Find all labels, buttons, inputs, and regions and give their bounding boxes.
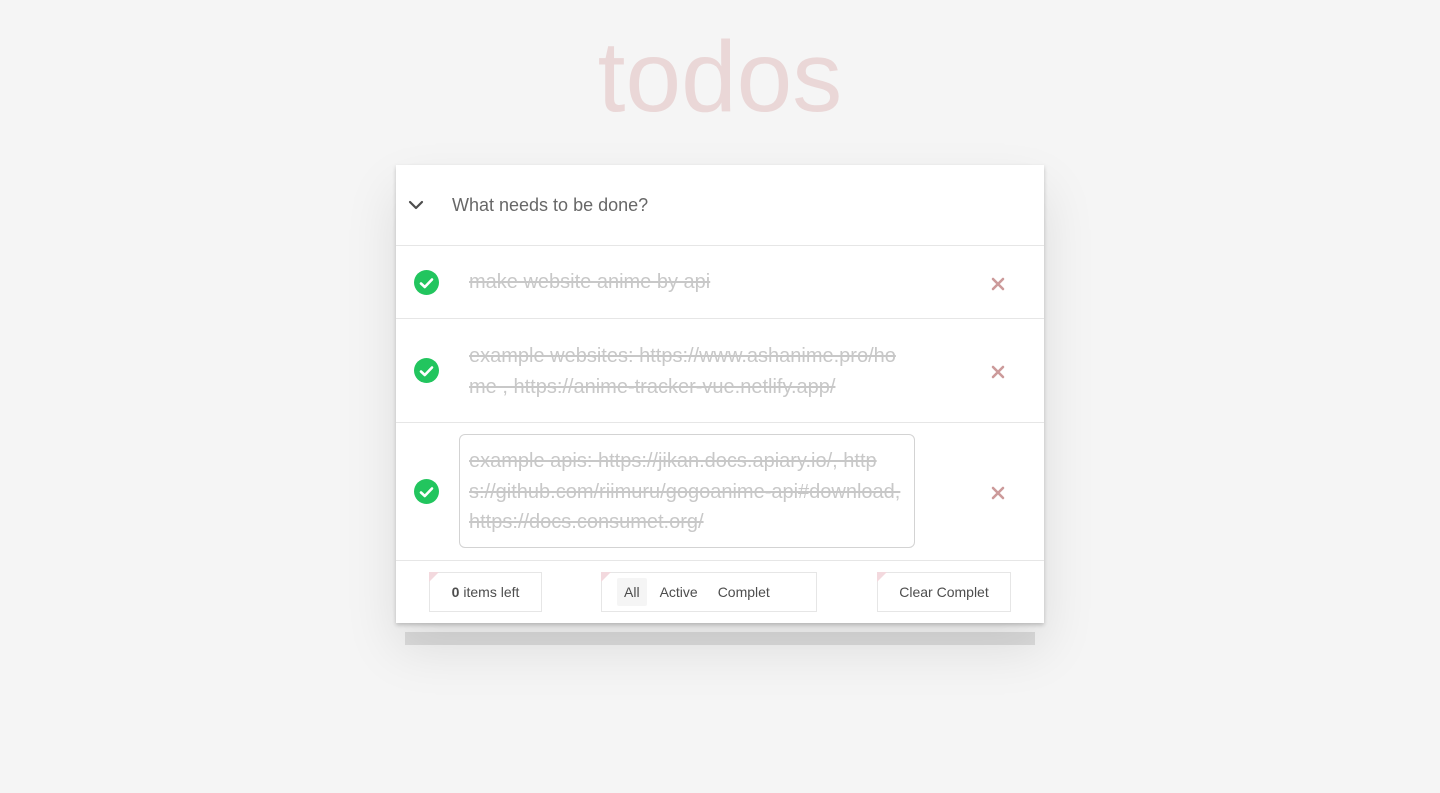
clear-completed-label: Clear Complet (899, 584, 989, 600)
todo-label[interactable]: make website anime by api (469, 267, 901, 298)
new-todo-input[interactable] (436, 166, 1028, 244)
todo-label[interactable]: example websites: https://www.ashanime.p… (469, 341, 901, 402)
todo-item[interactable]: example websites: https://www.ashanime.p… (396, 319, 1044, 423)
footer: 0 items left All Active Complet Clear Co… (396, 561, 1044, 623)
header-row (396, 165, 1044, 246)
chevron-down-icon (408, 200, 424, 210)
todo-toggle[interactable] (414, 479, 439, 504)
delete-icon[interactable] (990, 276, 1006, 292)
delete-icon[interactable] (990, 364, 1006, 380)
check-icon (419, 486, 434, 497)
items-left-count: 0 (451, 584, 460, 600)
todo-item-editing[interactable]: example apis: https://jikan.docs.apiary.… (396, 423, 1044, 561)
todo-app: make website anime by api example websit… (396, 165, 1044, 623)
corner-decoration (601, 572, 611, 582)
clear-completed-button[interactable]: Clear Complet (877, 572, 1011, 612)
todo-toggle[interactable] (414, 270, 439, 295)
toggle-all-button[interactable] (396, 165, 436, 245)
filter-completed[interactable]: Complet (711, 578, 777, 606)
corner-decoration (429, 572, 439, 582)
todo-item[interactable]: make website anime by api (396, 246, 1044, 319)
stack-shadow (405, 632, 1035, 645)
app-title: todos (597, 21, 843, 133)
todo-list: make website anime by api example websit… (396, 246, 1044, 561)
todo-toggle[interactable] (414, 358, 439, 383)
items-left-label: items left (463, 584, 520, 600)
check-icon (419, 365, 434, 376)
filters: All Active Complet (601, 572, 817, 612)
filter-active[interactable]: Active (653, 578, 705, 606)
check-icon (419, 277, 434, 288)
corner-decoration (877, 572, 887, 582)
items-left-counter: 0 items left (429, 572, 542, 612)
delete-icon[interactable] (990, 485, 1006, 501)
filter-all[interactable]: All (617, 578, 647, 606)
todo-edit-text[interactable]: example apis: https://jikan.docs.apiary.… (469, 446, 901, 538)
